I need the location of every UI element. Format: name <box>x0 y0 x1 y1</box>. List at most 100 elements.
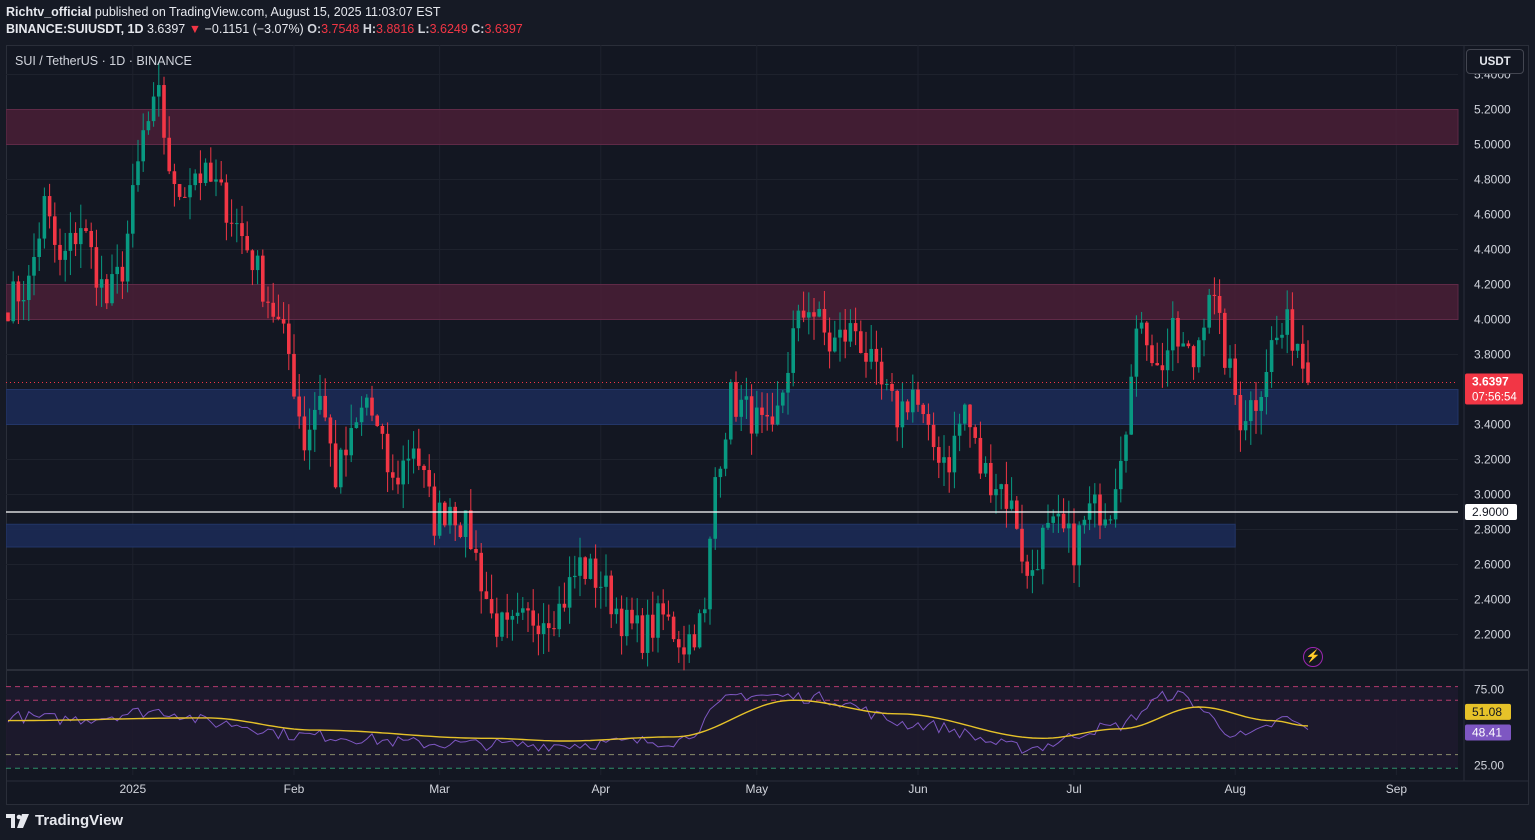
candle-body <box>713 477 717 539</box>
y-tick-label: 3.0000 <box>1474 488 1511 502</box>
close-label: C: <box>471 22 485 36</box>
low-value: 3.6249 <box>429 22 468 36</box>
candle-body <box>313 409 317 430</box>
author-name[interactable]: Richtv_official <box>6 5 91 19</box>
candle-body <box>765 414 769 417</box>
candle-body <box>1056 513 1061 517</box>
candle-body <box>1098 494 1102 526</box>
price-change: −0.1151 (−3.07%) <box>204 22 304 36</box>
candle-body <box>427 470 431 487</box>
candle-body <box>656 603 660 638</box>
candle-body <box>58 244 62 260</box>
candle-body <box>354 422 359 429</box>
candle-body <box>853 323 858 332</box>
candle-body <box>1197 340 1201 368</box>
level-price-label: 2.9000 <box>1472 505 1509 519</box>
x-tick-label: Sep <box>1386 782 1408 796</box>
current-price-label: 3.6397 <box>1472 375 1509 389</box>
candle-body <box>703 609 707 614</box>
candle-body <box>146 121 151 131</box>
rsi-value-label: 48.41 <box>1472 726 1502 740</box>
close-value: 3.6397 <box>484 22 523 36</box>
y-tick-label: 2.6000 <box>1474 558 1511 572</box>
candle-body <box>619 608 624 637</box>
candle-body <box>1113 489 1118 520</box>
candle-body <box>11 281 15 322</box>
candle-body <box>240 223 244 237</box>
tradingview-logo[interactable]: TradingView <box>6 812 123 829</box>
candle-body <box>339 449 343 488</box>
y-tick-label: 5.0000 <box>1474 138 1511 152</box>
high-value: 3.8816 <box>376 22 415 36</box>
currency-button[interactable]: USDT <box>1466 49 1524 74</box>
x-tick-label: Apr <box>591 782 610 796</box>
candle-body <box>734 382 738 417</box>
rsi-y-tick-label: 25.00 <box>1474 758 1504 772</box>
candle-body <box>968 404 972 428</box>
candle-body <box>79 228 83 245</box>
candle-body <box>666 614 671 617</box>
y-tick-label: 3.4000 <box>1474 418 1511 432</box>
candle-body <box>422 465 426 471</box>
candle-body <box>1061 513 1066 529</box>
candle-body <box>1295 343 1300 351</box>
candle-body <box>708 538 712 610</box>
resistance-zone <box>6 109 1459 145</box>
candle-body <box>53 216 57 245</box>
candle-body <box>1108 519 1113 521</box>
candle-body <box>177 184 182 197</box>
candle-body <box>510 615 515 620</box>
candle-body <box>32 256 36 276</box>
candle-body <box>391 472 395 478</box>
candle-body <box>448 506 452 526</box>
candle-body <box>37 238 41 257</box>
y-tick-label: 4.0000 <box>1474 313 1511 327</box>
candle-body <box>869 348 873 362</box>
candle-body <box>833 337 837 352</box>
support-zone <box>6 523 1236 548</box>
lightning-icon[interactable]: ⚡ <box>1303 647 1323 667</box>
candle-body <box>245 236 249 251</box>
candle-body <box>926 414 931 425</box>
candle-body <box>27 275 31 301</box>
candle-body <box>209 162 213 182</box>
candle-body <box>484 591 489 599</box>
candle-body <box>807 312 811 318</box>
candle-body <box>916 389 920 405</box>
y-tick-label: 2.2000 <box>1474 628 1511 642</box>
candle-body <box>1145 322 1149 346</box>
candle-body <box>1082 519 1087 526</box>
candle-body <box>822 308 827 333</box>
candle-body <box>162 85 166 138</box>
candle-body <box>1134 328 1139 377</box>
candle-body <box>536 625 541 635</box>
rsi-y-tick-label: 75.00 <box>1474 682 1504 696</box>
candle-body <box>1212 294 1217 296</box>
candle-body <box>791 328 795 373</box>
candle-body <box>1285 309 1289 335</box>
candle-body <box>370 397 374 416</box>
candle-body <box>281 319 286 324</box>
candle-body <box>999 484 1003 490</box>
candle-body <box>552 628 556 630</box>
candle-body <box>141 130 145 162</box>
candle-body <box>921 404 925 415</box>
candle-body <box>760 407 764 415</box>
candle-body <box>937 447 941 463</box>
candle-body <box>172 171 177 185</box>
y-tick-label: 4.8000 <box>1474 173 1511 187</box>
candle-body <box>562 603 567 608</box>
price-chart[interactable]: 5.40005.20005.00004.80004.60004.40004.20… <box>6 45 1529 805</box>
candle-body <box>250 250 255 271</box>
candle-body <box>110 274 114 304</box>
candle-body <box>911 389 915 413</box>
candle-body <box>729 382 733 440</box>
candle-body <box>1119 460 1123 490</box>
candle-body <box>593 558 598 588</box>
candle-body <box>1020 528 1024 562</box>
candle-body <box>1176 317 1180 347</box>
candle-body <box>500 612 504 637</box>
candle-body <box>541 623 546 635</box>
candle-body <box>42 196 47 239</box>
x-tick-label: Aug <box>1225 782 1246 796</box>
